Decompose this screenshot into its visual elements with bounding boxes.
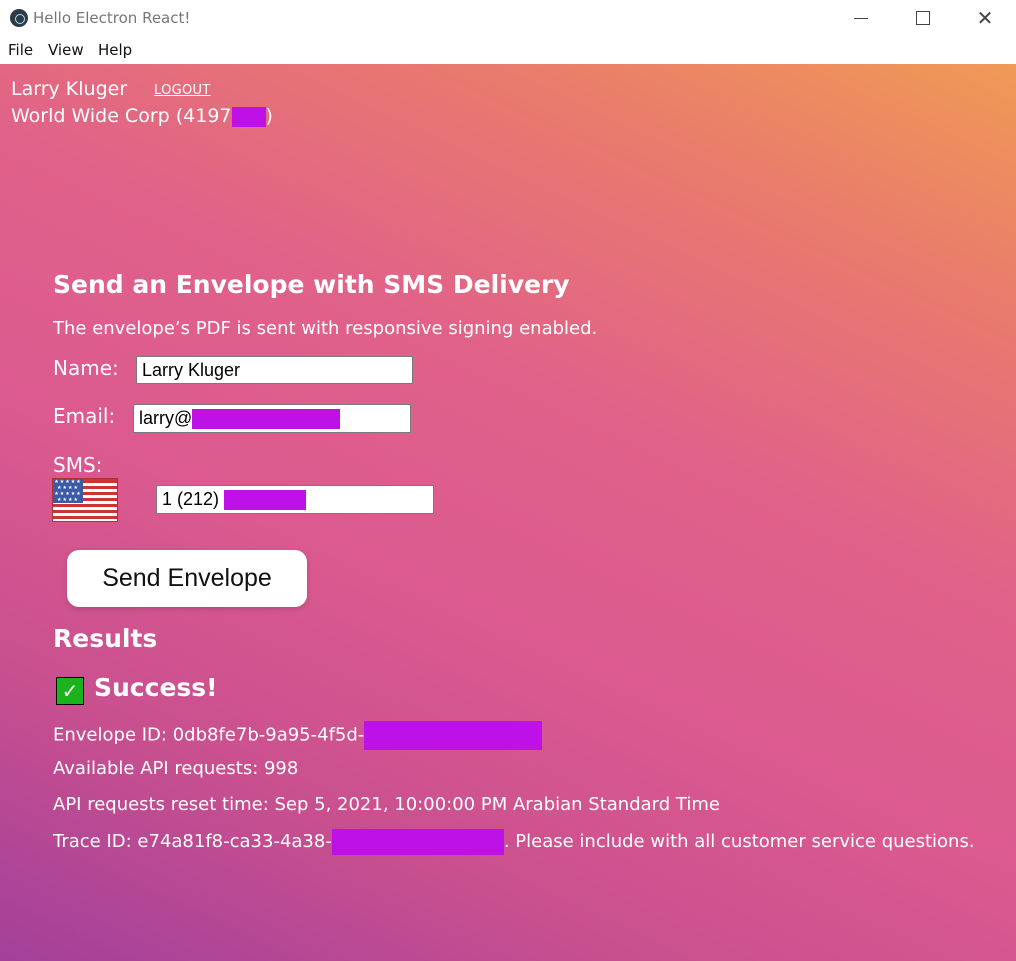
minimize-button[interactable] (838, 0, 884, 36)
account-suffix: ) (265, 105, 273, 127)
redaction-block (224, 490, 307, 511)
minimize-icon (854, 17, 868, 19)
redaction-block (364, 721, 543, 750)
name-label: Name: (53, 356, 119, 380)
success-status: Success! (94, 673, 218, 702)
user-name: Larry Kluger (11, 78, 128, 100)
check-mark-icon: ✓ (56, 677, 84, 705)
form-heading: Send an Envelope with SMS Delivery (53, 270, 570, 299)
email-label: Email: (53, 404, 116, 428)
trace-id: Trace ID: e74a81f8-ca33-4a38- (53, 831, 332, 852)
sms-value: 1 (212) (162, 489, 225, 509)
us-flag-icon[interactable]: ★★★★★ ★★★★ ★★★★★ ★★★★ (52, 478, 118, 522)
menu-view[interactable]: View (48, 41, 84, 59)
available-requests: Available API requests: 998 (53, 758, 299, 779)
trace-id-line: Trace ID: e74a81f8-ca33-4a38- . Please in… (53, 829, 975, 855)
logout-link[interactable]: LOGOUT (154, 83, 211, 98)
title-bar: Hello Electron React! ✕ (0, 0, 1016, 36)
redaction-block (192, 409, 341, 430)
reset-time: API requests reset time: Sep 5, 2021, 10… (53, 794, 720, 815)
send-envelope-button[interactable]: Send Envelope (67, 550, 307, 607)
maximize-icon (916, 11, 930, 25)
trace-note: . Please include with all customer servi… (503, 831, 975, 852)
close-icon: ✕ (976, 6, 994, 30)
maximize-button[interactable] (900, 0, 946, 36)
electron-app-icon (10, 9, 28, 27)
name-field[interactable]: Larry Kluger (136, 356, 413, 384)
menu-file[interactable]: File (8, 41, 33, 59)
window-title: Hello Electron React! (33, 9, 191, 27)
envelope-id-line: Envelope ID: 0db8fe7b-9a95-4f5d- (53, 721, 543, 750)
account-line: World Wide Corp (4197) (11, 105, 273, 127)
email-field[interactable]: larry@ (133, 404, 411, 433)
close-button[interactable]: ✕ (962, 0, 1008, 36)
email-value: larry@ (139, 408, 193, 428)
envelope-id: Envelope ID: 0db8fe7b-9a95-4f5d- (53, 724, 365, 746)
menu-help[interactable]: Help (98, 41, 132, 59)
redaction-block (331, 829, 504, 855)
form-subtitle: The envelope’s PDF is sent with responsi… (53, 318, 598, 339)
app-content: Larry Kluger LOGOUT World Wide Corp (419… (0, 64, 1016, 961)
sms-phone-field[interactable]: 1 (212) (156, 485, 434, 514)
account-name: World Wide Corp (4197 (11, 105, 232, 127)
sms-label: SMS: (53, 453, 103, 477)
redaction-block (231, 106, 266, 127)
name-value: Larry Kluger (142, 360, 241, 380)
menu-bar: File View Help (0, 36, 1016, 64)
results-heading: Results (53, 624, 158, 653)
